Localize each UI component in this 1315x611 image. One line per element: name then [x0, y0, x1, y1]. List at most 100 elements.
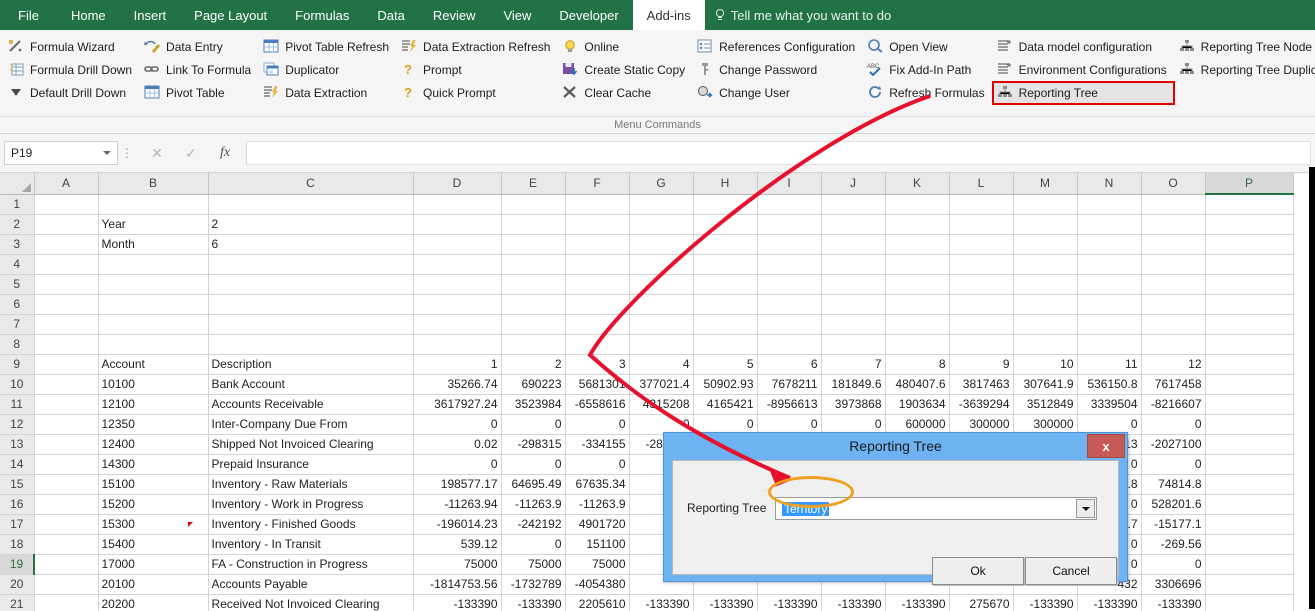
cancel-button[interactable]: Cancel	[1025, 557, 1117, 585]
cell-M2[interactable]	[1013, 214, 1077, 234]
cell-I1[interactable]	[757, 194, 821, 214]
close-icon[interactable]: x	[1087, 434, 1125, 458]
cell-L2[interactable]	[949, 214, 1013, 234]
cell-D19[interactable]: 75000	[413, 554, 501, 574]
cell-F19[interactable]: 75000	[565, 554, 629, 574]
cell-D17[interactable]: -196014.23	[413, 514, 501, 534]
cell-F8[interactable]	[565, 334, 629, 354]
row-header-5[interactable]: 5	[0, 274, 34, 294]
cell-I4[interactable]	[757, 254, 821, 274]
cell-B7[interactable]	[98, 314, 208, 334]
cell-G4[interactable]	[629, 254, 693, 274]
row-header-10[interactable]: 10	[0, 374, 34, 394]
row-header-13[interactable]: 13	[0, 434, 34, 454]
ribbon-command-data-extraction-refresh[interactable]: Data Extraction Refresh	[397, 35, 558, 58]
row-header-11[interactable]: 11	[0, 394, 34, 414]
cell-K7[interactable]	[885, 314, 949, 334]
cell-A2[interactable]	[34, 214, 98, 234]
cell-F1[interactable]	[565, 194, 629, 214]
cell-H6[interactable]	[693, 294, 757, 314]
cell-A5[interactable]	[34, 274, 98, 294]
tab-review[interactable]: Review	[419, 0, 490, 30]
cell-D7[interactable]	[413, 314, 501, 334]
cell-J10[interactable]: 181849.6	[821, 374, 885, 394]
cell-O17[interactable]: -15177.1	[1141, 514, 1205, 534]
cell-E13[interactable]: -298315	[501, 434, 565, 454]
cell-F2[interactable]	[565, 214, 629, 234]
cell-O12[interactable]: 0	[1141, 414, 1205, 434]
cell-O10[interactable]: 7617458	[1141, 374, 1205, 394]
cell-P7[interactable]	[1205, 314, 1293, 334]
cell-A6[interactable]	[34, 294, 98, 314]
cell-I7[interactable]	[757, 314, 821, 334]
cell-F11[interactable]: -6558616	[565, 394, 629, 414]
cell-O15[interactable]: 74814.8	[1141, 474, 1205, 494]
chevron-down-icon[interactable]	[1076, 499, 1095, 518]
cell-O14[interactable]: 0	[1141, 454, 1205, 474]
cell-D15[interactable]: 198577.17	[413, 474, 501, 494]
cell-G1[interactable]	[629, 194, 693, 214]
tab-data[interactable]: Data	[363, 0, 418, 30]
cell-O8[interactable]	[1141, 334, 1205, 354]
row-header-4[interactable]: 4	[0, 254, 34, 274]
reporting-tree-dialog[interactable]: Reporting Tree x Reporting Tree Territor…	[663, 432, 1128, 582]
cell-F14[interactable]: 0	[565, 454, 629, 474]
ribbon-command-references-configuration[interactable]: References Configuration	[693, 35, 863, 58]
cell-I8[interactable]	[757, 334, 821, 354]
cell-P4[interactable]	[1205, 254, 1293, 274]
ok-button[interactable]: Ok	[932, 557, 1024, 585]
cell-L5[interactable]	[949, 274, 1013, 294]
tab-view[interactable]: View	[489, 0, 545, 30]
cell-L10[interactable]: 3817463	[949, 374, 1013, 394]
cell-M11[interactable]: 3512849	[1013, 394, 1077, 414]
cell-H3[interactable]	[693, 234, 757, 254]
cell-E20[interactable]: -1732789	[501, 574, 565, 594]
column-header-a[interactable]: A	[34, 173, 98, 194]
cell-C14[interactable]: Prepaid Insurance	[208, 454, 413, 474]
cell-I6[interactable]	[757, 294, 821, 314]
cell-P11[interactable]	[1205, 394, 1293, 414]
chevron-down-icon[interactable]	[103, 151, 111, 155]
cell-K21[interactable]: -133390	[885, 594, 949, 611]
cell-N2[interactable]	[1077, 214, 1141, 234]
cell-E3[interactable]	[501, 234, 565, 254]
cell-H4[interactable]	[693, 254, 757, 274]
tab-page-layout[interactable]: Page Layout	[180, 0, 281, 30]
cell-G5[interactable]	[629, 274, 693, 294]
cell-D13[interactable]: 0.02	[413, 434, 501, 454]
cell-O11[interactable]: -8216607	[1141, 394, 1205, 414]
cell-D20[interactable]: -1814753.56	[413, 574, 501, 594]
cell-D8[interactable]	[413, 334, 501, 354]
cell-E4[interactable]	[501, 254, 565, 274]
cell-C12[interactable]: Inter-Company Due From	[208, 414, 413, 434]
tab-formulas[interactable]: Formulas	[281, 0, 363, 30]
row-header-2[interactable]: 2	[0, 214, 34, 234]
cell-O16[interactable]: 528201.6	[1141, 494, 1205, 514]
cell-O21[interactable]: -133390	[1141, 594, 1205, 611]
cell-I9[interactable]: 6	[757, 354, 821, 374]
column-header-e[interactable]: E	[501, 173, 565, 194]
cell-G8[interactable]	[629, 334, 693, 354]
column-header-f[interactable]: F	[565, 173, 629, 194]
cell-D4[interactable]	[413, 254, 501, 274]
cell-H12[interactable]: 0	[693, 414, 757, 434]
cell-M3[interactable]	[1013, 234, 1077, 254]
cell-H2[interactable]	[693, 214, 757, 234]
name-box[interactable]: P19	[4, 141, 118, 165]
cell-L9[interactable]: 9	[949, 354, 1013, 374]
cell-M8[interactable]	[1013, 334, 1077, 354]
cell-M4[interactable]	[1013, 254, 1077, 274]
cell-O1[interactable]	[1141, 194, 1205, 214]
cell-B20[interactable]: 20100	[98, 574, 208, 594]
cell-H7[interactable]	[693, 314, 757, 334]
cell-K5[interactable]	[885, 274, 949, 294]
cell-O7[interactable]	[1141, 314, 1205, 334]
cell-K9[interactable]: 8	[885, 354, 949, 374]
cell-L8[interactable]	[949, 334, 1013, 354]
column-header-d[interactable]: D	[413, 173, 501, 194]
ribbon-command-environment-configurations[interactable]: Environment Configurations	[993, 58, 1175, 81]
cell-F7[interactable]	[565, 314, 629, 334]
cell-K10[interactable]: 480407.6	[885, 374, 949, 394]
cell-C9[interactable]: Description	[208, 354, 413, 374]
cell-P17[interactable]	[1205, 514, 1293, 534]
